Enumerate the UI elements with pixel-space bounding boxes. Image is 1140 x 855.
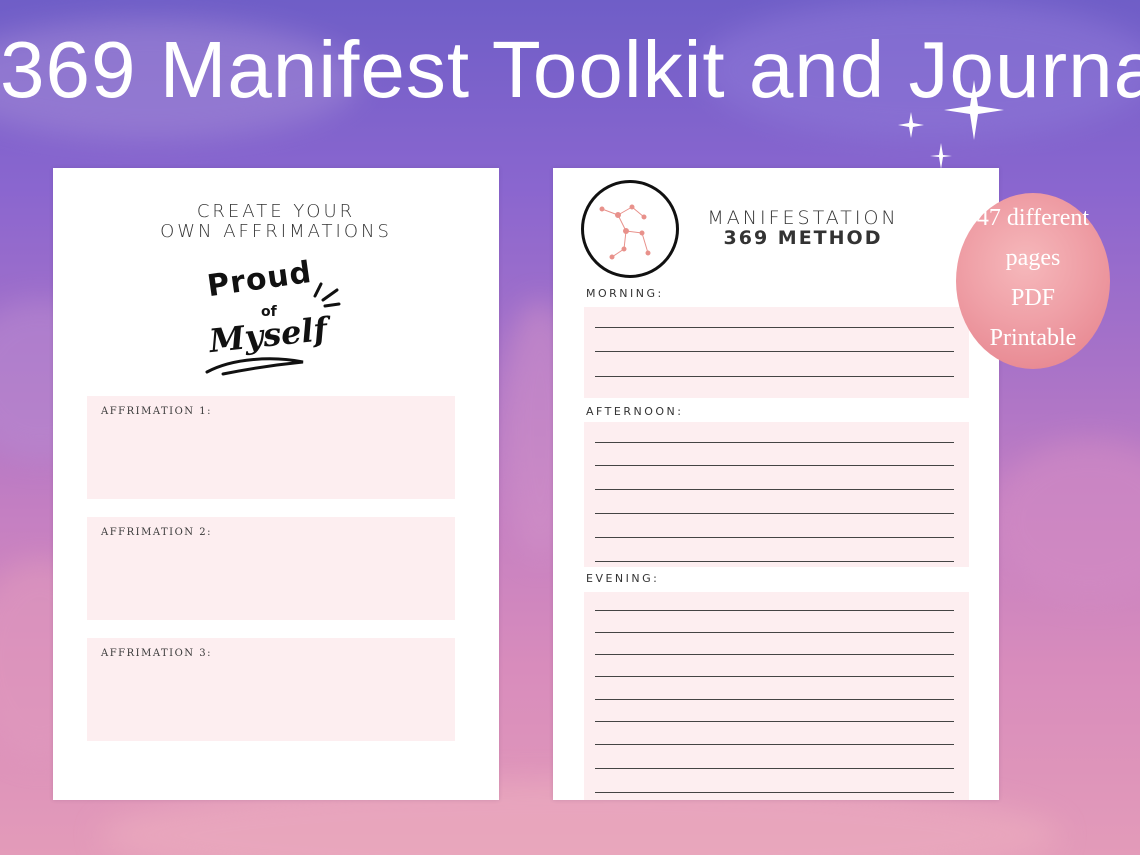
sparkle-icon — [898, 112, 924, 138]
badge-text: Printable — [989, 325, 1077, 351]
affirmation-label: AFFRIMATION 2: — [101, 527, 212, 538]
affirmations-page: CREATE YOUR OWN AFFRIMATIONS Proud of My… — [53, 168, 499, 800]
writing-line — [595, 699, 954, 700]
affirmation-label: AFFRIMATION 1: — [101, 406, 212, 417]
badge-text: PDF — [1010, 285, 1056, 311]
writing-line — [595, 654, 954, 655]
affirmation-box[interactable]: AFFRIMATION 1: — [87, 396, 455, 499]
proud-of-myself-sticker: Proud of Myself — [203, 255, 343, 380]
affirmations-heading: CREATE YOUR OWN AFFRIMATIONS — [53, 202, 499, 242]
section-label-afternoon: AFTERNOON: — [586, 405, 684, 418]
writing-line — [595, 351, 954, 352]
badge-text: pages — [1005, 245, 1061, 271]
heading-line: OWN AFFRIMATIONS — [160, 221, 392, 242]
constellation-icon — [599, 204, 651, 260]
writing-line — [595, 792, 954, 793]
affirmation-box[interactable]: AFFRIMATION 3: — [87, 638, 455, 741]
sticker-text: Proud — [205, 254, 315, 305]
info-badge: 47 different pages PDF Printable — [956, 193, 1110, 369]
affirmation-label: AFFRIMATION 3: — [101, 648, 212, 659]
morning-lines-box[interactable] — [584, 307, 969, 398]
heading-line: MANIFESTATION — [707, 207, 899, 229]
heading-line: CREATE YOUR — [196, 201, 356, 222]
sparkle-icon — [930, 143, 952, 169]
constellation-logo — [581, 180, 679, 278]
cloud — [990, 440, 1140, 600]
writing-line — [595, 721, 954, 722]
writing-line — [595, 744, 954, 745]
writing-line — [595, 327, 954, 328]
writing-line — [595, 561, 954, 562]
writing-line — [595, 610, 954, 611]
badge-text: 47 different — [976, 205, 1090, 231]
writing-line — [595, 489, 954, 490]
writing-line — [595, 676, 954, 677]
burst-icon — [313, 282, 341, 308]
writing-line — [595, 376, 954, 377]
section-label-evening: EVENING: — [586, 572, 660, 585]
evening-lines-box[interactable] — [584, 592, 969, 800]
writing-line — [595, 768, 954, 769]
underline-swash-icon — [205, 357, 304, 376]
writing-line — [595, 465, 954, 466]
section-label-morning: MORNING: — [586, 287, 664, 300]
writing-line — [595, 513, 954, 514]
manifestation-page: MANIFESTATION 369 METHOD MORNING: AFTERN… — [553, 168, 999, 800]
afternoon-lines-box[interactable] — [584, 422, 969, 567]
writing-line — [595, 442, 954, 443]
affirmation-box[interactable]: AFFRIMATION 2: — [87, 517, 455, 620]
writing-line — [595, 537, 954, 538]
writing-line — [595, 632, 954, 633]
heading-line: 369 METHOD — [723, 227, 883, 249]
manifestation-heading: MANIFESTATION 369 METHOD — [703, 208, 903, 248]
sparkle-icon — [944, 80, 1004, 140]
